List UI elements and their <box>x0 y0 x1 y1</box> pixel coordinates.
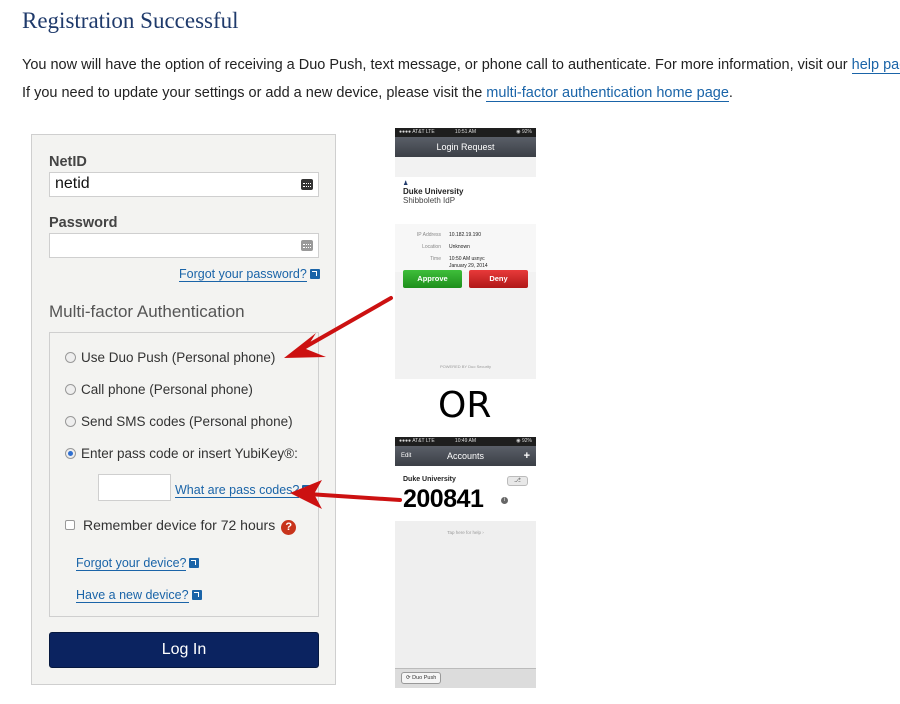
intro-text-2: If you need to update your settings or a… <box>22 85 487 101</box>
forgot-device-text: Forgot your device? <box>76 556 187 571</box>
option-call-phone[interactable]: Call phone (Personal phone) <box>65 382 253 397</box>
forgot-device-link[interactable]: Forgot your device? <box>76 556 200 571</box>
detail-row: IP Address 10.182.19.190 <box>403 232 528 238</box>
status-bar: ●●●● AT&T LTE 10:51 AM ◉ 92% <box>395 128 536 137</box>
forgot-password-link[interactable]: Forgot your password? <box>179 267 320 282</box>
deny-button[interactable]: Deny <box>469 270 528 288</box>
radio-button-selected[interactable] <box>65 448 76 459</box>
radio-button[interactable] <box>65 352 76 363</box>
passcode-input[interactable] <box>98 474 171 501</box>
option-duo-push[interactable]: Use Duo Push (Personal phone) <box>65 350 275 365</box>
netid-field[interactable]: netid <box>49 172 319 197</box>
what-are-pass-codes-link[interactable]: What are pass codes? <box>175 483 313 498</box>
intro-end-2: . <box>728 85 733 101</box>
option-label: Use Duo Push (Personal phone) <box>81 350 276 365</box>
phone-nav-title: Login Request <box>436 142 495 152</box>
status-time: 10:51 AM <box>454 129 477 135</box>
mfa-heading: Multi-factor Authentication <box>49 302 245 321</box>
passcode-display: 200841 <box>403 485 484 513</box>
what-are-pass-codes-text: What are pass codes? <box>175 483 300 498</box>
phone-bottom-bar: ⟳ Duo Push <box>395 668 536 688</box>
powered-by: POWERED BY Duo Security <box>439 364 492 369</box>
phone-nav-bar: Login Request <box>395 137 536 157</box>
netid-label: NetID <box>49 154 87 170</box>
key-icon[interactable]: ⎇ <box>507 476 528 486</box>
detail-value: Unknown <box>449 244 470 250</box>
detail-row: Time 10:50 AM usnyc <box>403 256 528 262</box>
mfa-home-page-link[interactable]: multi-factor authentication home page <box>486 85 729 102</box>
status-time: 10:49 AM <box>454 438 477 444</box>
password-label: Password <box>49 215 118 231</box>
new-device-text: Have a new device? <box>76 588 189 603</box>
external-link-icon <box>302 485 313 495</box>
approve-button[interactable]: Approve <box>403 270 462 288</box>
option-sms-codes[interactable]: Send SMS codes (Personal phone) <box>65 414 293 429</box>
login-button[interactable]: Log In <box>49 632 319 668</box>
detail-key: Location <box>422 244 441 250</box>
detail-row: Location Unknown <box>403 244 528 250</box>
option-label: Send SMS codes (Personal phone) <box>81 414 293 429</box>
remember-checkbox[interactable] <box>65 520 75 530</box>
help-page-link[interactable]: help page <box>851 57 900 74</box>
option-label: Call phone (Personal phone) <box>81 382 253 397</box>
option-label: Enter pass code or insert YubiKey®: <box>81 446 298 461</box>
phone-nav-title: Accounts <box>446 451 485 461</box>
status-battery: ◉ 92% <box>516 129 532 135</box>
remember-device[interactable]: Remember device for 72 hours? <box>65 517 297 535</box>
page-title: Registration Successful <box>22 8 239 33</box>
intro-paragraph-1: You now will have the option of receivin… <box>22 57 900 74</box>
phone-nav-bar: Edit Accounts + <box>395 446 536 466</box>
detail-value: 10.182.19.190 <box>449 232 481 238</box>
status-bar: ●●●● AT&T LTE 10:49 AM ◉ 92% <box>395 437 536 446</box>
add-account-button[interactable]: + <box>524 446 530 466</box>
detail-value: 10:50 AM usnyc <box>449 256 485 262</box>
intro-text-1: You now will have the option of receivin… <box>22 57 852 73</box>
radio-button[interactable] <box>65 416 76 427</box>
or-separator: OR <box>438 385 492 426</box>
status-battery: ◉ 92% <box>516 438 532 444</box>
external-link-icon <box>309 269 320 279</box>
detail-key: Time <box>430 256 441 262</box>
duo-push-button[interactable]: ⟳ Duo Push <box>401 672 442 684</box>
new-device-link[interactable]: Have a new device? <box>76 588 202 603</box>
tap-for-help[interactable]: Tap here for help › <box>395 530 536 535</box>
detail-row: January 29, 2014 <box>403 263 528 269</box>
keypad-icon[interactable] <box>301 179 313 190</box>
external-link-icon <box>189 558 200 568</box>
duo-push-phone-screenshot: ●●●● AT&T LTE 10:51 AM ◉ 92% Login Reque… <box>395 128 536 379</box>
password-field[interactable] <box>49 233 319 258</box>
forgot-password-text: Forgot your password? <box>179 267 307 282</box>
netid-value: netid <box>55 175 90 192</box>
mfa-options-box: Use Duo Push (Personal phone) Call phone… <box>49 332 319 617</box>
duo-passcode-phone-screenshot: ●●●● AT&T LTE 10:49 AM ◉ 92% Edit Accoun… <box>395 437 536 688</box>
radio-button[interactable] <box>65 384 76 395</box>
request-idp: Shibboleth IdP <box>403 196 456 205</box>
request-card: ♟ Duke University Shibboleth IdP <box>395 177 536 224</box>
external-link-icon <box>191 590 202 600</box>
keypad-icon[interactable] <box>301 240 313 251</box>
help-icon[interactable]: ? <box>281 520 297 535</box>
detail-value: January 29, 2014 <box>449 263 488 269</box>
intro-paragraph-2: If you need to update your settings or a… <box>22 85 733 102</box>
request-details: IP Address 10.182.19.190 Location Unknown … <box>395 224 536 272</box>
login-panel: NetID netid Password Forgot your passwor… <box>31 134 336 685</box>
request-university: Duke University <box>403 187 464 196</box>
edit-button[interactable]: Edit <box>401 446 411 466</box>
option-passcode[interactable]: Enter pass code or insert YubiKey®: <box>65 446 298 461</box>
info-icon[interactable]: i <box>501 497 508 504</box>
detail-key: IP Address <box>416 232 441 238</box>
account-card: Duke University 200841 i ⎇ <box>395 466 536 521</box>
remember-label: Remember device for 72 hours <box>83 517 276 533</box>
